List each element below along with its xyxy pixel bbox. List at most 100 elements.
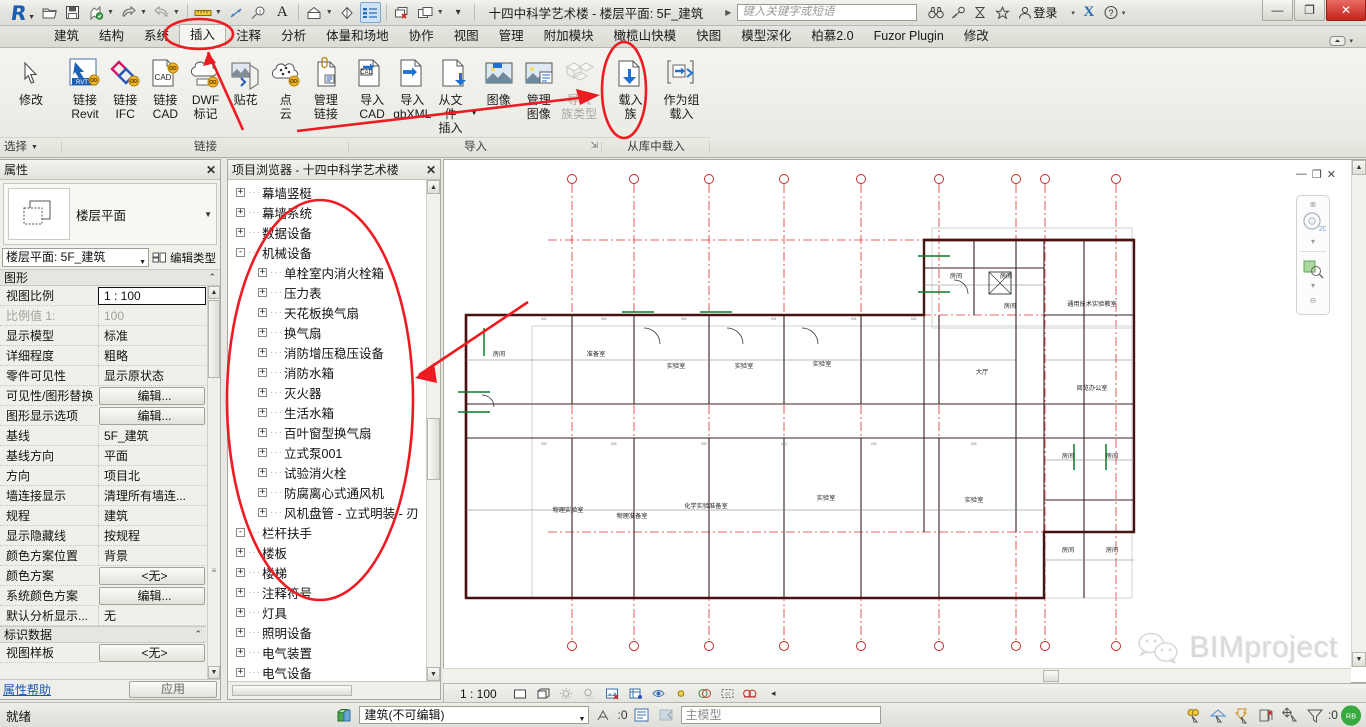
property-value[interactable]: 建筑 — [98, 506, 206, 526]
expand-plus-icon[interactable]: + — [258, 327, 267, 337]
property-value[interactable]: 清理所有墙连... — [98, 486, 206, 506]
key-icon[interactable] — [947, 3, 969, 23]
sign-in-button[interactable]: 登录 — [1017, 4, 1057, 21]
revit-help-badge-icon[interactable]: RB — [1340, 704, 1362, 726]
tab-collaborate[interactable]: 协作 — [399, 26, 444, 47]
steering-wheel-2d-icon[interactable]: 2D — [1300, 211, 1326, 235]
customize-qat-button[interactable]: ▾ — [448, 2, 469, 23]
browser-tree-node[interactable]: + ··· 数据设备 — [228, 222, 440, 242]
close-button[interactable]: ✕ — [1326, 0, 1366, 21]
section-button[interactable] — [337, 2, 358, 23]
filter-icon[interactable] — [1304, 705, 1326, 725]
search-input[interactable]: 键入关键字或短语 — [737, 4, 918, 21]
expand-plus-icon[interactable]: + — [236, 627, 245, 637]
browser-tree-node[interactable]: + ··· 单栓室内消火栓箱 — [228, 262, 440, 282]
browser-tree-node[interactable]: + ··· 幕墙竖梃 — [228, 182, 440, 202]
tab-ganlanshan[interactable]: 橄榄山快模 — [604, 26, 687, 47]
canvas-close-button[interactable]: ✕ — [1327, 168, 1336, 181]
select-pinned-icon[interactable] — [1232, 705, 1254, 725]
tab-architecture[interactable]: 建筑 — [44, 26, 89, 47]
undo-button[interactable] — [118, 2, 139, 23]
reveal-hidden-elements-icon[interactable] — [695, 685, 714, 702]
expand-plus-icon[interactable]: + — [258, 307, 267, 317]
browser-tree-node[interactable]: + ··· 注释符号 — [228, 582, 440, 602]
show-crop-region-icon[interactable] — [649, 685, 668, 702]
tab-kuaitu[interactable]: 快图 — [686, 26, 731, 47]
browser-tree-node[interactable]: + ··· 灭火器 — [228, 382, 440, 402]
type-selector-combo[interactable]: 楼层平面: 5F_建筑 ▼ — [2, 248, 149, 267]
browser-tree-node[interactable]: + ··· 幕墙系统 — [228, 202, 440, 222]
load-family-button[interactable]: 载入族 — [605, 52, 656, 122]
decal-button[interactable]: 贴花 — [226, 52, 266, 108]
project-browser-tree[interactable]: + ··· 幕墙竖梃 + ··· 幕墙系统 + ··· 数据设备 - ··· 机械设备 + ··· 单栓室内… — [228, 180, 440, 681]
expand-plus-icon[interactable]: + — [258, 507, 267, 517]
help-dropdown-caret-icon[interactable]: ▾ — [1122, 9, 1126, 17]
expand-plus-icon[interactable]: + — [258, 487, 267, 497]
help-button[interactable]: ? — [1100, 3, 1122, 23]
ribbon-collapse-icon[interactable] — [1329, 35, 1349, 47]
revit-application-menu-button[interactable]: R ▼ — [0, 0, 38, 26]
close-hidden-windows-button[interactable] — [392, 2, 413, 23]
hourglass-icon[interactable] — [969, 3, 991, 23]
properties-group-graphics[interactable]: 图形 ⌃ — [0, 269, 220, 286]
binoculars-icon[interactable] — [925, 3, 947, 23]
worksharing-display-icon[interactable] — [718, 685, 737, 702]
link-ifc-button[interactable]: 链接 IFC — [105, 52, 145, 122]
temporary-hide-isolate-icon[interactable] — [672, 685, 691, 702]
tab-annotate[interactable]: 注释 — [226, 26, 271, 47]
sun-path-icon[interactable] — [557, 685, 576, 702]
dwf-markup-button[interactable]: DWF 标记 — [185, 52, 225, 122]
select-underlay-icon[interactable] — [1208, 705, 1230, 725]
navigation-bar[interactable]: ⊗ 2D ▾ ▾ ⊖ — [1296, 195, 1330, 315]
redo-dropdown-caret-icon[interactable]: ▼ — [173, 9, 180, 16]
tab-insert[interactable]: 插入 — [179, 24, 227, 47]
tab-systems[interactable]: 系统 — [134, 26, 179, 47]
measure-button[interactable] — [193, 2, 214, 23]
property-value[interactable]: 标准 — [98, 326, 206, 346]
scroll-up-button[interactable]: ▲ — [1352, 160, 1366, 175]
expand-toolbar-icon[interactable]: ◂ — [764, 685, 783, 702]
star-icon[interactable] — [991, 3, 1013, 23]
properties-group-identity[interactable]: 标识数据 ⌃ — [0, 626, 206, 643]
browser-scrollbar[interactable]: ▲ ▼ — [426, 180, 440, 681]
browser-tree-node[interactable]: + ··· 电气设备 — [228, 662, 440, 681]
link-revit-button[interactable]: RVT 链接 Revit — [65, 52, 105, 122]
design-options-icon[interactable] — [631, 705, 653, 725]
chevron-down-icon[interactable]: ▼ — [204, 210, 212, 219]
tab-view[interactable]: 视图 — [444, 26, 489, 47]
scroll-down-button[interactable]: ▼ — [208, 666, 220, 679]
model-selector[interactable]: 主模型 — [680, 706, 881, 724]
chevron-down-icon[interactable]: ▾ — [1311, 237, 1315, 246]
worksets-icon[interactable] — [334, 705, 356, 725]
view-scale-label[interactable]: 1 : 100 — [460, 687, 497, 701]
search-expand-icon[interactable]: ▶ — [725, 8, 731, 17]
browser-tree-node[interactable]: + ··· 照明设备 — [228, 622, 440, 642]
property-value[interactable]: 粗略 — [98, 346, 206, 366]
render-dialog-icon[interactable] — [603, 685, 622, 702]
open-file-button[interactable] — [39, 2, 60, 23]
tag-button[interactable]: 1 — [249, 2, 270, 23]
manage-links-button[interactable]: 管理 链接 — [306, 52, 346, 122]
canvas-restore-button[interactable]: ❐ — [1312, 168, 1322, 181]
canvas-vertical-scrollbar[interactable]: ▲ ▼ — [1351, 160, 1366, 667]
expand-plus-icon[interactable]: + — [236, 607, 245, 617]
load-as-group-button[interactable]: 作为组 载入 — [656, 52, 707, 122]
expand-plus-icon[interactable]: + — [258, 367, 267, 377]
scroll-up-button[interactable]: ▲ — [208, 286, 220, 299]
property-value[interactable]: 无 — [98, 606, 206, 626]
switch-windows-button[interactable] — [415, 2, 436, 23]
tab-model-refine[interactable]: 模型深化 — [731, 26, 801, 47]
browser-tree-node[interactable]: + ··· 灯具 — [228, 602, 440, 622]
expand-plus-icon[interactable]: + — [258, 467, 267, 477]
browser-tree-node[interactable]: + ··· 立式泵001 — [228, 442, 440, 462]
edit-type-button[interactable]: 编辑类型 — [152, 250, 218, 266]
ribbon-options-caret-icon[interactable]: ▾ — [1349, 37, 1353, 45]
temporary-view-properties-icon[interactable] — [741, 685, 760, 702]
chevron-down-icon[interactable]: ▼ — [31, 138, 38, 157]
shadows-icon[interactable] — [580, 685, 599, 702]
manage-images-button[interactable]: 管理 图像 — [519, 52, 559, 122]
save-button[interactable] — [62, 2, 83, 23]
visual-style-icon[interactable] — [534, 685, 553, 702]
expand-plus-icon[interactable]: + — [258, 387, 267, 397]
measure-dropdown-caret-icon[interactable]: ▼ — [215, 9, 222, 16]
